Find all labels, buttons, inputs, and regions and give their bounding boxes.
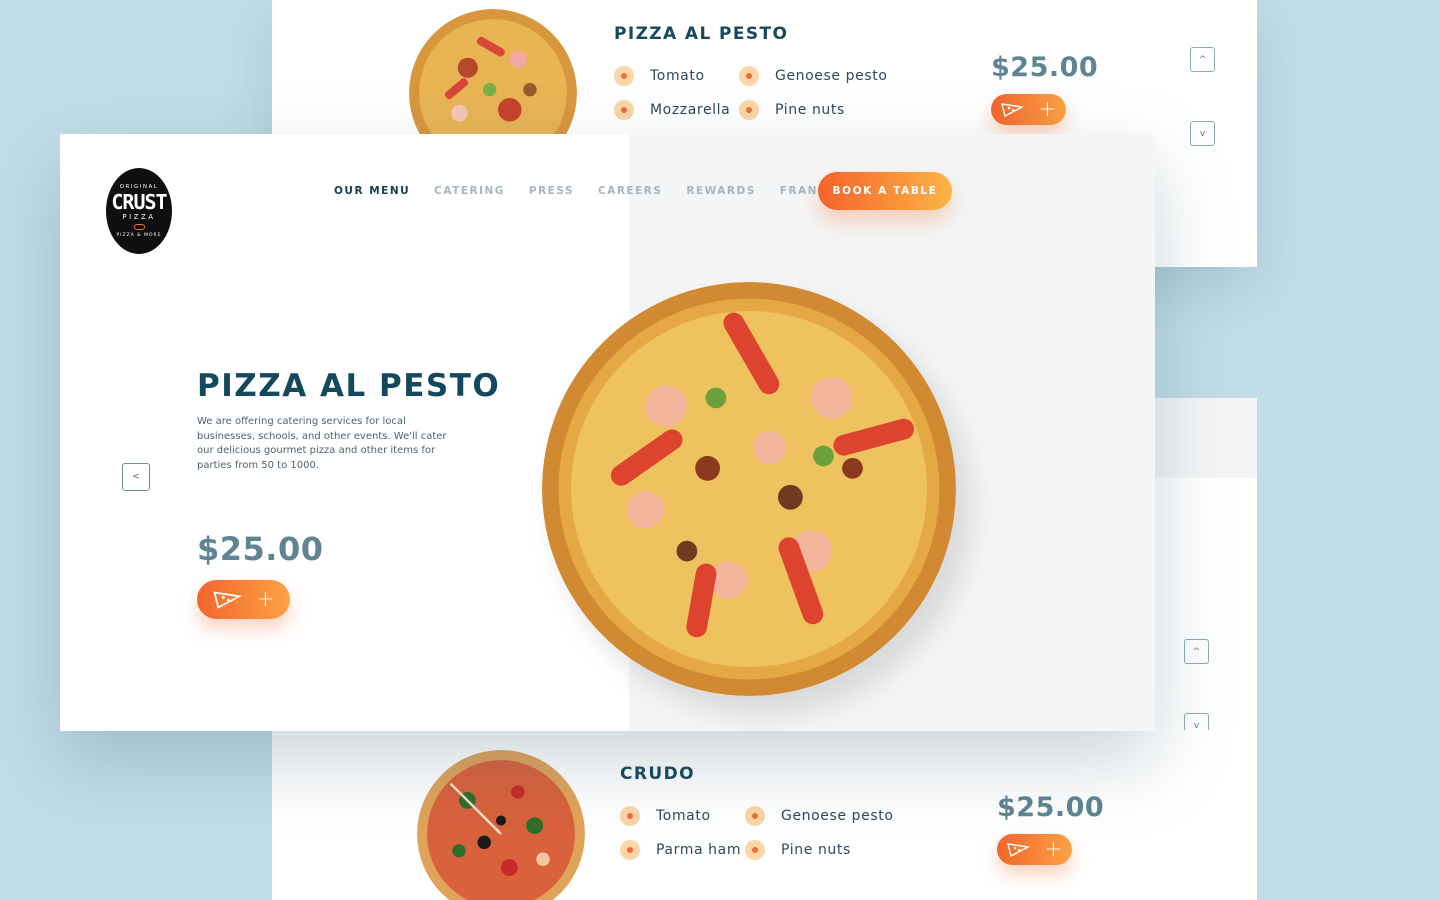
- logo-brand: CRUST: [111, 190, 167, 214]
- add-plus-label: +: [1038, 96, 1057, 122]
- pizza-slice-icon: [1007, 842, 1031, 857]
- ingredient-item: Mozzarella: [614, 100, 730, 120]
- pizza-slice-icon: [213, 590, 243, 609]
- scroll-up-button[interactable]: ^: [1184, 639, 1209, 664]
- logo-mark: [133, 224, 145, 230]
- ingredient-item: Tomato: [620, 806, 711, 826]
- ingredient-label: Pine nuts: [775, 102, 845, 118]
- menu-item-price: $25.00: [991, 52, 1099, 83]
- ingredient-dot-icon: [614, 100, 634, 120]
- add-plus-label: +: [1044, 836, 1063, 862]
- pizza-slice-icon: [1001, 102, 1025, 117]
- ingredient-dot-icon: [739, 66, 759, 86]
- nav-careers[interactable]: CAREERS: [598, 185, 662, 197]
- ingredient-dot-icon: [620, 840, 640, 860]
- scroll-up-button[interactable]: ^: [1190, 47, 1215, 72]
- ingredient-dot-icon: [620, 806, 640, 826]
- prev-item-button[interactable]: <: [122, 463, 150, 491]
- ingredient-label: Genoese pesto: [781, 808, 894, 824]
- product-description: We are offering catering services for lo…: [197, 416, 447, 471]
- ingredient-label: Pine nuts: [781, 842, 851, 858]
- nav-press[interactable]: PRESS: [529, 185, 574, 197]
- main-nav: OUR MENU CATERING PRESS CAREERS REWARDS …: [334, 185, 885, 197]
- ingredient-dot-icon: [739, 100, 759, 120]
- product-price: $25.00: [197, 530, 324, 568]
- hero-pizza-image: [542, 282, 956, 696]
- menu-item-title: CRUDO: [620, 764, 695, 784]
- nav-rewards[interactable]: REWARDS: [686, 185, 755, 197]
- ingredient-item: Pine nuts: [739, 100, 845, 120]
- ingredient-item: Tomato: [614, 66, 705, 86]
- nav-our-menu[interactable]: OUR MENU: [334, 185, 410, 197]
- add-plus-label: +: [256, 586, 275, 612]
- ingredient-label: Parma ham: [656, 842, 742, 858]
- product-title: PIZZA AL PESTO: [197, 368, 501, 404]
- grey-band: [1155, 398, 1257, 478]
- chevron-left-icon: <: [132, 472, 140, 482]
- chevron-up-icon: ^: [1198, 54, 1207, 65]
- ingredient-label: Mozzarella: [650, 102, 731, 118]
- ingredient-item: Genoese pesto: [745, 806, 894, 826]
- ingredient-label: Tomato: [656, 808, 711, 824]
- logo-tagline: PIZZA & MORE: [116, 233, 162, 238]
- menu-card-crudo: CRUDO Tomato Genoese pesto Parma ham Pin…: [272, 730, 1257, 900]
- main-product-card: ORIGINAL CRUST PIZZA PIZZA & MORE OUR ME…: [60, 134, 1155, 731]
- ingredient-item: Parma ham: [620, 840, 741, 860]
- ingredient-label: Tomato: [650, 68, 705, 84]
- ingredient-item: Pine nuts: [745, 840, 851, 860]
- ingredient-dot-icon: [745, 806, 765, 826]
- ingredient-label: Genoese pesto: [775, 68, 888, 84]
- chevron-down-icon: v: [1199, 128, 1206, 139]
- chevron-up-icon: ^: [1192, 646, 1201, 657]
- crust-pizza-logo[interactable]: ORIGINAL CRUST PIZZA PIZZA & MORE: [106, 168, 172, 254]
- logo-sub: PIZZA: [122, 213, 156, 221]
- chevron-down-icon: v: [1193, 720, 1200, 731]
- ingredient-item: Genoese pesto: [739, 66, 888, 86]
- ingredient-dot-icon: [745, 840, 765, 860]
- menu-item-title: PIZZA AL PESTO: [614, 24, 789, 44]
- nav-catering[interactable]: CATERING: [434, 185, 505, 197]
- menu-item-price: $25.00: [997, 792, 1105, 823]
- crudo-pizza-thumbnail: [417, 750, 585, 900]
- add-to-cart-button[interactable]: +: [197, 580, 290, 619]
- book-a-table-button[interactable]: BOOK A TABLE: [818, 172, 952, 210]
- scroll-down-button[interactable]: v: [1190, 121, 1215, 146]
- ingredient-dot-icon: [614, 66, 634, 86]
- add-to-cart-button[interactable]: +: [991, 94, 1066, 125]
- add-to-cart-button[interactable]: +: [997, 834, 1072, 865]
